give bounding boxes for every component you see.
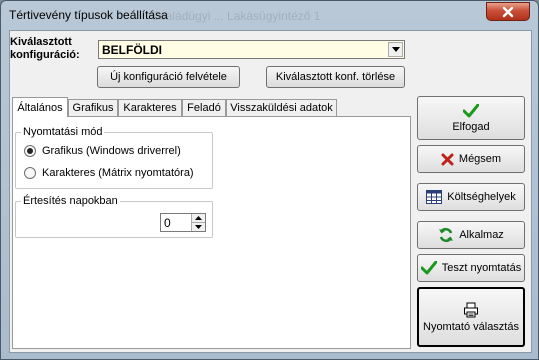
notify-days-value: 0 bbox=[164, 216, 171, 230]
cancel-label: Mégsem bbox=[458, 153, 502, 165]
chevron-down-icon bbox=[391, 47, 400, 52]
notify-days-title: Értesítés napokban bbox=[21, 195, 120, 207]
window-title: Tértivevény típusok beállítása bbox=[9, 8, 168, 22]
general-tab-panel: Nyomtatási mód Grafikus (Windows driverr… bbox=[12, 116, 411, 349]
test-print-label: Teszt nyomtatás bbox=[441, 262, 522, 274]
printer-icon bbox=[464, 302, 478, 317]
tab-graphic[interactable]: Grafikus bbox=[68, 99, 118, 116]
notify-days-group: Értesítés napokban 0 bbox=[15, 195, 213, 238]
spin-up-button[interactable] bbox=[191, 214, 205, 223]
accept-button[interactable]: Elfogad bbox=[417, 96, 525, 140]
spin-down-button[interactable] bbox=[191, 223, 205, 231]
delete-config-button[interactable]: Kiválasztott konf. törlése bbox=[266, 66, 405, 88]
chevron-down-icon bbox=[195, 225, 202, 229]
printer-select-label: Nyomtató választás bbox=[423, 320, 519, 333]
print-mode-group: Nyomtatási mód Grafikus (Windows driverr… bbox=[15, 126, 213, 189]
print-mode-title: Nyomtatási mód bbox=[21, 126, 105, 138]
radio-graphic-option[interactable]: Grafikus (Windows driverrel) bbox=[24, 145, 181, 157]
radio-character-option[interactable]: Karakteres (Mátrix nyomtatóra) bbox=[24, 167, 194, 179]
dialog-window: Tértivevény típusok beállítása Családügy… bbox=[0, 0, 539, 360]
config-selected-value: BELFÖLDI bbox=[102, 43, 162, 57]
refresh-icon bbox=[439, 227, 454, 243]
config-combobox[interactable]: BELFÖLDI bbox=[98, 40, 405, 59]
cost-centers-label: Költséghelyek bbox=[447, 191, 516, 203]
tab-sender[interactable]: Feladó bbox=[182, 99, 226, 116]
tab-character[interactable]: Karakteres bbox=[118, 99, 182, 116]
cancel-button[interactable]: Mégsem bbox=[417, 145, 525, 173]
tab-general[interactable]: Általános bbox=[12, 97, 68, 117]
cross-icon bbox=[441, 153, 454, 165]
config-label: Kiválasztott konfiguráció: bbox=[10, 36, 80, 61]
radio-character-label: Karakteres (Mátrix nyomtatóra) bbox=[42, 167, 194, 179]
radio-character[interactable] bbox=[24, 167, 36, 179]
apply-label: Alkalmaz bbox=[459, 229, 504, 241]
title-bar[interactable]: Tértivevény típusok beállítása Családügy… bbox=[1, 1, 538, 29]
apply-button[interactable]: Alkalmaz bbox=[417, 221, 525, 249]
test-print-button[interactable]: Teszt nyomtatás bbox=[417, 254, 525, 282]
notify-days-spinner[interactable]: 0 bbox=[160, 213, 206, 232]
radio-graphic-label: Grafikus (Windows driverrel) bbox=[42, 145, 181, 157]
chevron-up-icon bbox=[195, 216, 202, 220]
cost-centers-button[interactable]: Költséghelyek bbox=[417, 183, 525, 211]
tab-return-data[interactable]: Visszaküldési adatok bbox=[226, 99, 337, 116]
new-config-button[interactable]: Új konfiguráció felvétele bbox=[97, 66, 240, 88]
accept-label: Elfogad bbox=[452, 120, 490, 133]
dropdown-arrow-button[interactable] bbox=[388, 42, 403, 57]
dialog-client: Kiválasztott konfiguráció: BELFÖLDI Új k… bbox=[9, 30, 532, 353]
background-window-title: Családügyi ... Lakásügyintéző 1 bbox=[151, 9, 321, 23]
table-grid-icon bbox=[426, 190, 443, 204]
radio-graphic[interactable] bbox=[24, 145, 36, 157]
close-button[interactable] bbox=[486, 2, 530, 21]
check-icon bbox=[420, 261, 437, 275]
check-icon bbox=[463, 103, 479, 117]
close-icon bbox=[502, 6, 514, 17]
printer-select-button[interactable]: Nyomtató választás bbox=[417, 287, 525, 347]
radio-selected-dot bbox=[27, 148, 33, 154]
